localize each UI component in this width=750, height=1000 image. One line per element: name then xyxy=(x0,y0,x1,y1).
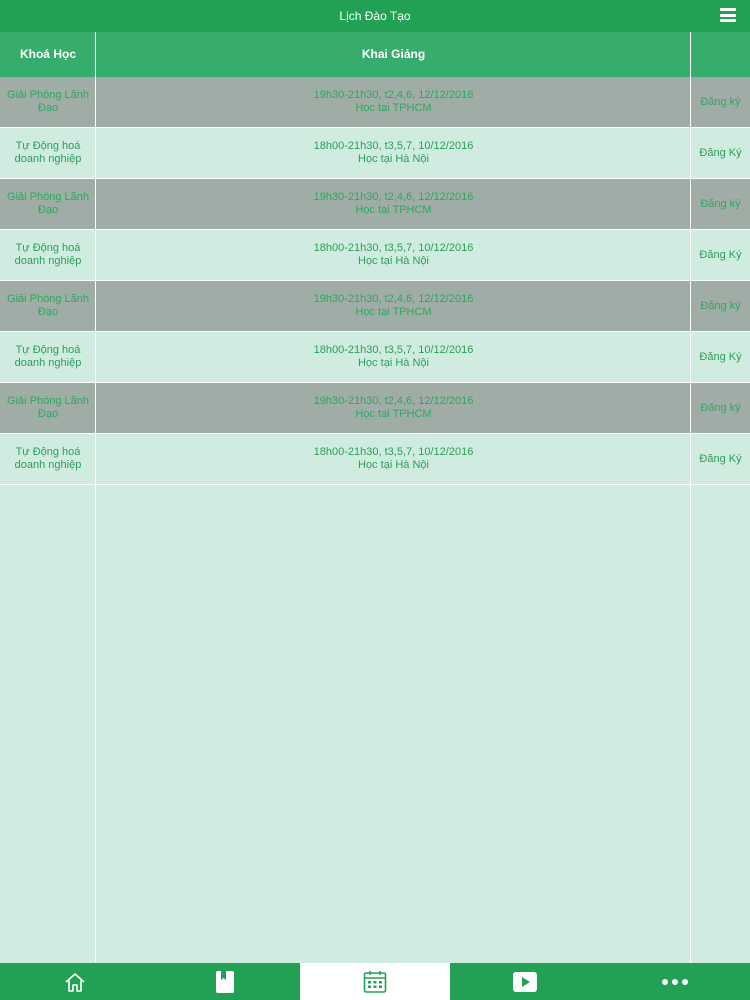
register-button[interactable]: Đăng ký xyxy=(691,281,750,331)
table-row[interactable]: Giải Phóng Lãnh Đạo 19h30-21h30, t2,4,6, … xyxy=(0,179,750,230)
location-text: Học tại TPHCM xyxy=(355,204,432,216)
column-divider xyxy=(95,32,96,963)
calendar-icon xyxy=(363,970,387,993)
column-header-opening: Khai Giảng xyxy=(361,47,426,61)
tab-courses[interactable] xyxy=(150,963,300,1000)
opening-info: 19h30-21h30, t2,4,6, 12/12/2016 Học tại T… xyxy=(96,77,691,127)
tab-schedule[interactable] xyxy=(300,963,450,1000)
location-text: Học tại TPHCM xyxy=(355,102,432,114)
schedule-text: 18h00-21h30, t3,5,7, 10/12/2016 xyxy=(313,242,474,254)
course-name: Tự Động hoá doanh nghiệp xyxy=(14,140,82,165)
video-play-icon xyxy=(513,971,537,992)
opening-info: 18h00-21h30, t3,5,7, 10/12/2016 Học tại H… xyxy=(96,230,691,280)
bottom-tab-bar xyxy=(0,963,750,1000)
schedule-text: 19h30-21h30, t2,4,6, 12/12/2016 xyxy=(313,191,474,203)
location-text: Học tại TPHCM xyxy=(355,408,432,420)
course-name: Tự Động hoá doanh nghiệp xyxy=(14,344,82,369)
course-name: Giải Phóng Lãnh Đạo xyxy=(7,395,89,420)
location-text: Học tại Hà Nội xyxy=(358,357,429,369)
register-button[interactable]: Đăng ký xyxy=(691,77,750,127)
table-row[interactable]: Tự Động hoá doanh nghiệp 18h00-21h30, t3,… xyxy=(0,332,750,383)
opening-info: 19h30-21h30, t2,4,6, 12/12/2016 Học tại T… xyxy=(96,383,691,433)
table-row[interactable]: Giải Phóng Lãnh Đạo 19h30-21h30, t2,4,6, … xyxy=(0,281,750,332)
top-bar: Lịch Đào Tạo xyxy=(0,0,750,32)
opening-info: 19h30-21h30, t2,4,6, 12/12/2016 Học tại T… xyxy=(96,179,691,229)
table-row[interactable]: Tự Động hoá doanh nghiệp 18h00-21h30, t3,… xyxy=(0,230,750,281)
register-button[interactable]: Đăng ký xyxy=(691,179,750,229)
opening-info: 18h00-21h30, t3,5,7, 10/12/2016 Học tại H… xyxy=(96,434,691,484)
page-title: Lịch Đào Tạo xyxy=(339,9,411,23)
home-icon xyxy=(65,972,85,992)
table-row[interactable]: Tự Động hoá doanh nghiệp 18h00-21h30, t3,… xyxy=(0,434,750,485)
table-row[interactable]: Giải Phóng Lãnh Đạo 19h30-21h30, t2,4,6, … xyxy=(0,383,750,434)
opening-info: 18h00-21h30, t3,5,7, 10/12/2016 Học tại H… xyxy=(96,128,691,178)
tab-more[interactable] xyxy=(600,963,750,1000)
book-icon xyxy=(216,970,234,993)
tab-videos[interactable] xyxy=(450,963,600,1000)
schedule-text: 18h00-21h30, t3,5,7, 10/12/2016 xyxy=(313,344,474,356)
location-text: Học tại Hà Nội xyxy=(358,459,429,471)
schedule-text: 19h30-21h30, t2,4,6, 12/12/2016 xyxy=(313,293,474,305)
register-button[interactable]: Đăng Ký xyxy=(691,332,750,382)
course-name: Giải Phóng Lãnh Đạo xyxy=(7,89,89,114)
schedule-text: 19h30-21h30, t2,4,6, 12/12/2016 xyxy=(313,89,474,101)
column-header-action xyxy=(691,32,750,77)
table-row[interactable]: Tự Động hoá doanh nghiệp 18h00-21h30, t3,… xyxy=(0,128,750,179)
course-name: Giải Phóng Lãnh Đạo xyxy=(7,293,89,318)
register-button[interactable]: Đăng Ký xyxy=(691,128,750,178)
schedule-text: 18h00-21h30, t3,5,7, 10/12/2016 xyxy=(313,140,474,152)
opening-info: 18h00-21h30, t3,5,7, 10/12/2016 Học tại H… xyxy=(96,332,691,382)
course-name: Tự Động hoá doanh nghiệp xyxy=(14,242,82,267)
schedule-text: 18h00-21h30, t3,5,7, 10/12/2016 xyxy=(313,446,474,458)
table-header: Khoá Học Khai Giảng xyxy=(0,32,750,77)
schedule-text: 19h30-21h30, t2,4,6, 12/12/2016 xyxy=(313,395,474,407)
register-button[interactable]: Đăng Ký xyxy=(691,230,750,280)
table-row[interactable]: Giải Phóng Lãnh Đạo 19h30-21h30, t2,4,6, … xyxy=(0,77,750,128)
location-text: Học tại Hà Nội xyxy=(358,255,429,267)
register-button[interactable]: Đăng ký xyxy=(691,383,750,433)
more-icon xyxy=(662,978,688,985)
course-name: Tự Động hoá doanh nghiệp xyxy=(14,446,82,471)
opening-info: 19h30-21h30, t2,4,6, 12/12/2016 Học tại T… xyxy=(96,281,691,331)
location-text: Học tại TPHCM xyxy=(355,306,432,318)
tab-home[interactable] xyxy=(0,963,150,1000)
course-name: Giải Phóng Lãnh Đạo xyxy=(7,191,89,216)
menu-icon[interactable] xyxy=(720,8,736,22)
column-divider xyxy=(690,32,691,963)
column-header-course: Khoá Học xyxy=(19,47,76,61)
location-text: Học tại Hà Nội xyxy=(358,153,429,165)
register-button[interactable]: Đăng Ký xyxy=(691,434,750,484)
